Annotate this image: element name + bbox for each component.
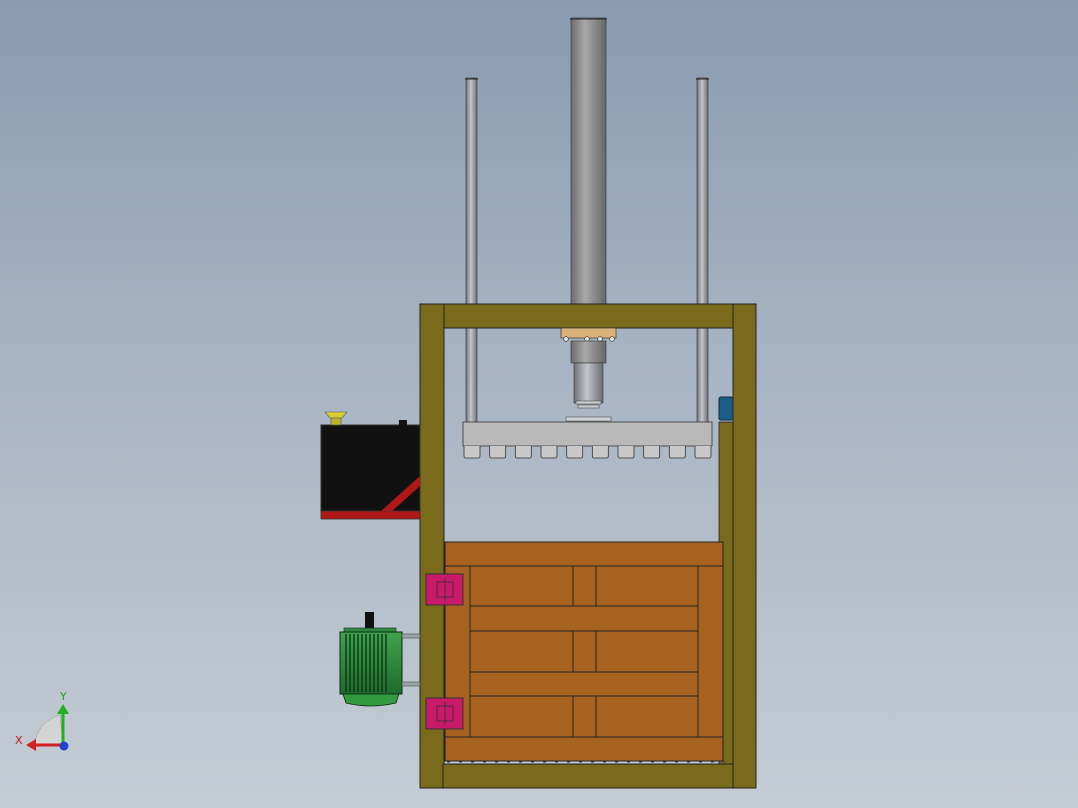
filler-cap — [324, 411, 348, 426]
chamber-door — [444, 541, 724, 762]
cylinder-flange — [560, 327, 617, 364]
hydraulic-cylinder — [570, 17, 607, 309]
platen-teeth — [463, 446, 712, 459]
electric-motor — [339, 612, 421, 707]
platen-tooth — [694, 446, 712, 459]
top-crossbeam — [442, 303, 736, 329]
frame-post-right — [732, 303, 757, 789]
guide-rod-right — [696, 77, 709, 424]
cad-viewport[interactable]: Y X — [0, 0, 1078, 808]
platen-tooth — [566, 446, 584, 459]
press-platen — [462, 421, 713, 459]
platen-tooth — [617, 446, 635, 459]
guide-rod-left — [465, 77, 478, 424]
platen-tooth — [591, 446, 609, 459]
limit-switch — [718, 396, 734, 421]
triad-z-axis — [59, 741, 69, 751]
hydraulic-tank — [320, 420, 421, 520]
platen-tooth — [489, 446, 507, 459]
triad-x-label: X — [15, 734, 23, 747]
orientation-triad: Y X — [15, 690, 69, 751]
piston-rod — [565, 362, 612, 422]
platen-tooth — [643, 446, 661, 459]
platen-tooth — [668, 446, 686, 459]
base-beam — [442, 761, 734, 789]
triad-y-label: Y — [59, 690, 67, 703]
platen-tooth — [540, 446, 558, 459]
hinge-lower — [425, 697, 464, 730]
hinge-upper — [425, 573, 464, 606]
platen-tooth — [514, 446, 532, 459]
platen-tooth — [463, 446, 481, 459]
